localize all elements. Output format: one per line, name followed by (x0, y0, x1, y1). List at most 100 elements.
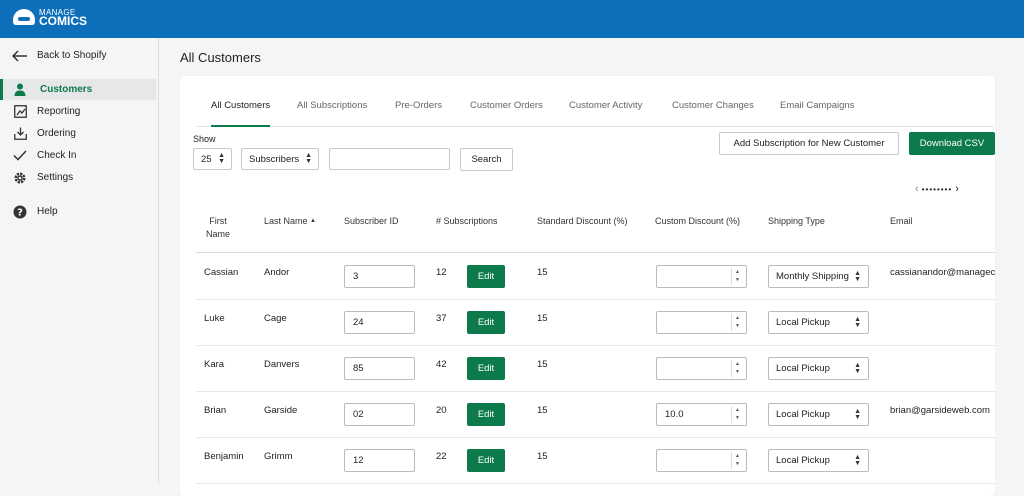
svg-text:?: ? (17, 207, 23, 218)
sort-ascending-icon: ▲ (310, 218, 316, 224)
table-row: Kara Danvers 85 42 Edit 15 ▲ ▼ Local Pick… (196, 345, 995, 392)
edit-button[interactable]: Edit (467, 265, 505, 288)
custom-discount-input[interactable]: ▲ ▼ (656, 311, 747, 334)
column-header-last-name[interactable]: Last Name ▲ (264, 215, 316, 228)
pagination: ‹ •••••••• › (915, 183, 959, 195)
subscriber-id-input[interactable]: 3 (344, 265, 415, 288)
spinner-arrows-icon[interactable]: ▲ ▼ (731, 360, 743, 377)
column-header-custom-discount[interactable]: Custom Discount (%) (655, 215, 740, 228)
back-label: Back to Shopify (37, 50, 107, 61)
column-header-first-name[interactable]: First Name (206, 215, 230, 241)
tab-pre-orders[interactable]: Pre-Orders (395, 100, 442, 125)
search-button[interactable]: Search (460, 148, 513, 171)
spinner-arrows-icon[interactable]: ▲ ▼ (731, 406, 743, 423)
shipping-type-value: Local Pickup (776, 363, 830, 374)
page-title: All Customers (180, 50, 261, 65)
search-input[interactable] (329, 148, 450, 170)
table-row: Luke Cage 24 37 Edit 15 ▲ ▼ Local Pickup … (196, 299, 995, 346)
pager-dots[interactable]: •••••••• (922, 185, 952, 194)
sidebar-item-label: Check In (37, 150, 77, 161)
subscriptions-count: 20 (436, 405, 447, 416)
column-header-standard-discount[interactable]: Standard Discount (%) (537, 215, 628, 228)
show-label: Show (193, 134, 216, 144)
filter-select[interactable]: Subscribers ▲ ▼ (241, 148, 319, 170)
pager-next-icon[interactable]: › (955, 183, 959, 195)
column-header-label: Last Name (264, 216, 308, 226)
standard-discount-cell: 15 (537, 359, 548, 370)
column-header-label: First Name (206, 216, 231, 239)
edit-button[interactable]: Edit (467, 311, 505, 334)
select-caret-icon: ▲ ▼ (305, 152, 312, 165)
shipping-type-value: Local Pickup (776, 317, 830, 328)
email-cell: brian@garsideweb.com (890, 405, 990, 416)
shipping-type-value: Local Pickup (776, 455, 830, 466)
sidebar-item-reporting[interactable]: Reporting (0, 101, 153, 122)
select-caret-icon: ▲ ▼ (854, 270, 861, 283)
first-name-cell: Kara (204, 359, 225, 370)
sidebar-item-ordering[interactable]: Ordering (0, 123, 153, 144)
logo-helmet-icon (13, 9, 35, 25)
sidebar-item-help[interactable]: ? Help (0, 201, 153, 222)
subscriber-id-input[interactable]: 02 (344, 403, 415, 426)
custom-discount-input[interactable]: ▲ ▼ (656, 265, 747, 288)
shipping-type-select[interactable]: Local Pickup ▲ ▼ (768, 311, 869, 334)
last-name-cell: Grimm (264, 451, 293, 462)
sidebar-item-settings[interactable]: Settings (0, 167, 153, 188)
edit-button[interactable]: Edit (467, 357, 505, 380)
column-header-subscriptions[interactable]: # Subscriptions (436, 215, 498, 228)
select-caret-icon: ▲ ▼ (218, 152, 225, 165)
tab-customer-orders[interactable]: Customer Orders (470, 100, 543, 125)
table-row: Cassian Andor 3 12 Edit 15 ▲ ▼ Monthly Sh… (196, 253, 995, 300)
page-size-select[interactable]: 25 ▲ ▼ (193, 148, 232, 170)
email-cell: cassianandor@manageco (890, 267, 995, 278)
person-icon (12, 82, 28, 98)
download-csv-button[interactable]: Download CSV (909, 132, 995, 155)
column-header-email[interactable]: Email (890, 215, 913, 228)
tab-all-subscriptions[interactable]: All Subscriptions (297, 100, 367, 125)
subscriber-id-input[interactable]: 12 (344, 449, 415, 472)
add-subscription-button[interactable]: Add Subscription for New Customer (719, 132, 899, 155)
edit-button[interactable]: Edit (467, 403, 505, 426)
standard-discount-cell: 15 (537, 313, 548, 324)
first-name-cell: Benjamin (204, 451, 244, 462)
spinner-arrows-icon[interactable]: ▲ ▼ (731, 314, 743, 331)
tab-email-campaigns[interactable]: Email Campaigns (780, 100, 854, 125)
last-name-cell: Garside (264, 405, 298, 416)
manage-comics-logo[interactable]: MANAGE COMICS (13, 8, 87, 27)
custom-discount-input[interactable]: ▲ ▼ (656, 357, 747, 380)
first-name-cell: Cassian (204, 267, 239, 278)
standard-discount-cell: 15 (537, 405, 548, 416)
gear-icon (12, 170, 28, 186)
shipping-type-select[interactable]: Monthly Shipping ▲ ▼ (768, 265, 869, 288)
shipping-type-value: Local Pickup (776, 409, 830, 420)
help-icon: ? (12, 204, 28, 220)
pager-prev-icon[interactable]: ‹ (915, 183, 919, 195)
shipping-type-select[interactable]: Local Pickup ▲ ▼ (768, 403, 869, 426)
standard-discount-cell: 15 (537, 267, 548, 278)
tab-bar: All Customers All Subscriptions Pre-Orde… (196, 100, 994, 127)
reporting-icon (12, 104, 28, 120)
sidebar-item-customers[interactable]: Customers (0, 79, 156, 100)
tab-all-customers[interactable]: All Customers (211, 100, 271, 127)
subscriptions-count: 12 (436, 267, 447, 278)
edit-button[interactable]: Edit (467, 449, 505, 472)
custom-discount-input[interactable]: ▲ ▼ (656, 449, 747, 472)
arrow-left-icon (12, 48, 28, 64)
shipping-type-select[interactable]: Local Pickup ▲ ▼ (768, 357, 869, 380)
first-name-cell: Brian (204, 405, 227, 416)
spinner-arrows-icon[interactable]: ▲ ▼ (731, 268, 743, 285)
subscriber-id-input[interactable]: 85 (344, 357, 415, 380)
custom-discount-input[interactable]: 10.0 ▲ ▼ (656, 403, 747, 426)
back-to-shopify-link[interactable]: Back to Shopify (0, 45, 153, 66)
logo-text: MANAGE COMICS (39, 8, 87, 27)
spinner-arrows-icon[interactable]: ▲ ▼ (731, 452, 743, 469)
subscriber-id-input[interactable]: 24 (344, 311, 415, 334)
shipping-type-select[interactable]: Local Pickup ▲ ▼ (768, 449, 869, 472)
sidebar-item-check-in[interactable]: Check In (0, 145, 153, 166)
column-header-shipping-type[interactable]: Shipping Type (768, 215, 825, 228)
column-header-subscriber-id[interactable]: Subscriber ID (344, 215, 399, 228)
tab-customer-changes[interactable]: Customer Changes (672, 100, 754, 125)
first-name-cell: Luke (204, 313, 225, 324)
custom-discount-value: 10.0 (665, 409, 684, 420)
tab-customer-activity[interactable]: Customer Activity (569, 100, 642, 125)
